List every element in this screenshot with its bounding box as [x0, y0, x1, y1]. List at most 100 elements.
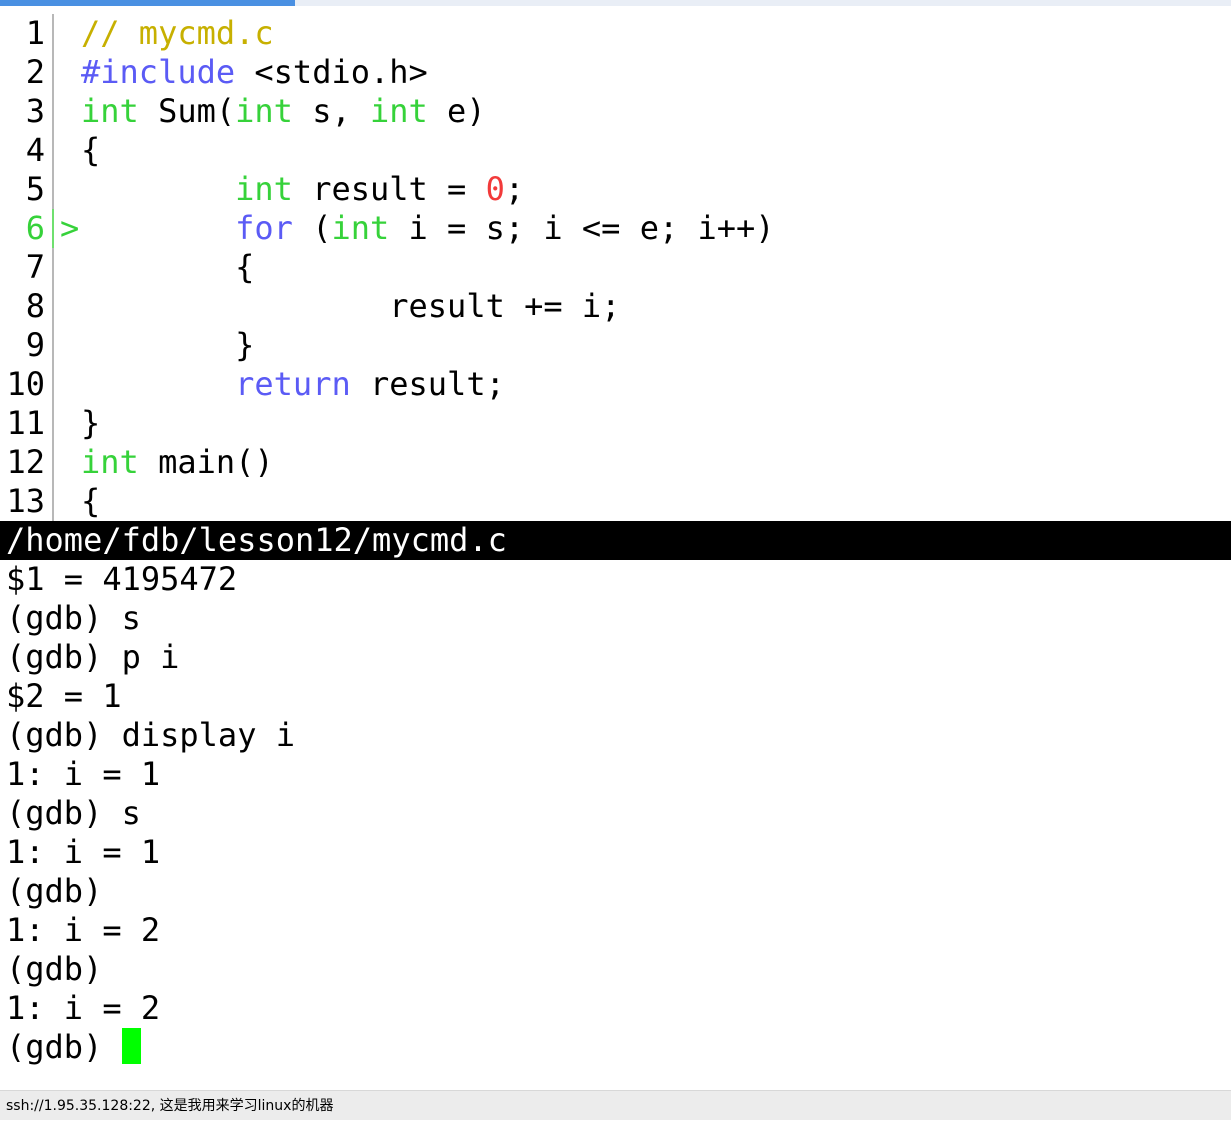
gdb-output-line: 1: i = 1 — [6, 833, 161, 871]
code-token: <stdio.h> — [235, 53, 428, 91]
source-line: 11} — [0, 404, 1231, 443]
code-token: main() — [138, 443, 274, 481]
source-line: 7 { — [0, 248, 1231, 287]
terminal-cursor — [121, 1028, 141, 1064]
code-token: int — [331, 209, 390, 247]
source-code: { — [81, 248, 254, 287]
source-code: for (int i = s; i <= e; i++) — [81, 209, 775, 248]
source-code: { — [81, 482, 100, 521]
source-line: 10 return result; — [0, 365, 1231, 404]
code-token: int — [81, 92, 139, 130]
source-code: { — [81, 131, 100, 170]
gdb-output-line: (gdb) s — [6, 599, 141, 637]
source-code: result += i; — [81, 287, 620, 326]
code-token: for — [235, 209, 293, 247]
code-token: ; — [504, 170, 525, 208]
line-number: 13 — [6, 482, 45, 520]
gutter-separator — [52, 209, 54, 248]
gutter-separator — [52, 53, 54, 92]
gdb-output-line: 1: i = 1 — [6, 755, 161, 793]
source-line: 9 } — [0, 326, 1231, 365]
source-code: int main() — [81, 443, 274, 482]
gutter-separator — [52, 92, 54, 131]
code-token: 0 — [485, 170, 505, 208]
gdb-output-line: $1 = 4195472 — [6, 560, 238, 598]
line-number: 5 — [25, 170, 45, 208]
gutter-separator — [52, 365, 54, 404]
source-code: return result; — [81, 365, 505, 404]
gutter-separator — [52, 14, 54, 53]
code-token: Sum( — [138, 92, 236, 130]
source-code: #include <stdio.h> — [81, 53, 428, 92]
line-number: 2 — [25, 53, 45, 91]
gdb-output-line: 1: i = 2 — [6, 989, 161, 1027]
gdb-output-line: (gdb) p i — [6, 638, 180, 676]
gutter-separator — [52, 404, 54, 443]
code-token: { — [81, 482, 101, 520]
source-line: 4{ — [0, 131, 1231, 170]
line-number: 12 — [6, 443, 45, 481]
gutter-separator — [52, 287, 54, 326]
code-token: int — [235, 92, 293, 130]
source-line: 13 { — [0, 482, 1231, 521]
gdb-command-pane[interactable]: $1 = 4195472 (gdb) s (gdb) p i $2 = 1 (gdb) … — [0, 560, 1231, 1028]
code-token: { — [81, 131, 101, 169]
gutter-separator — [52, 482, 54, 521]
gutter-separator — [52, 248, 54, 287]
line-number: 9 — [25, 326, 45, 364]
code-token: } — [81, 404, 101, 442]
source-line: 2 #include <stdio.h> — [0, 53, 1231, 92]
code-token: result = — [292, 170, 486, 208]
source-code: int Sum(int s, int e) — [81, 92, 486, 131]
source-code: int result = 0; — [81, 170, 524, 209]
code-token: return — [235, 365, 351, 403]
gutter-separator — [52, 131, 54, 170]
gdb-prompt: (gdb) — [6, 1028, 122, 1066]
top-progress-fill — [0, 0, 296, 6]
gdb-output-line: (gdb) s — [6, 794, 141, 832]
gutter-separator — [52, 326, 54, 365]
source-line: 6 > for (int i = s; i <= e; i++) — [0, 209, 1231, 248]
source-line: 8 result += i; — [0, 287, 1231, 326]
current-line-marker: > — [60, 209, 80, 247]
line-number: 1 — [25, 14, 45, 52]
source-code: // mycmd.c — [81, 14, 274, 53]
source-code: } — [81, 404, 100, 443]
line-number: 8 — [25, 287, 45, 325]
gutter-separator — [52, 443, 54, 482]
code-token: ( — [292, 209, 332, 247]
code-token: int — [235, 170, 293, 208]
code-token: int — [81, 443, 139, 481]
source-line: 5 int result = 0; — [0, 170, 1231, 209]
line-number: 7 — [25, 248, 45, 286]
gdb-output-line: $2 = 1 — [6, 677, 122, 715]
code-token: result; — [350, 365, 505, 403]
code-token: // mycmd.c — [81, 14, 274, 52]
terminal-window[interactable]: 1 // mycmd.c 2 #include <stdio.h> 3 int Sum(i… — [0, 14, 1231, 1090]
source-line: 12 int main() — [0, 443, 1231, 482]
tui-source-pane[interactable]: 1 // mycmd.c 2 #include <stdio.h> 3 int Sum(i… — [0, 14, 1231, 521]
line-number: 10 — [6, 365, 45, 403]
code-token: #include — [81, 53, 236, 91]
code-token: e) — [427, 92, 486, 130]
ssh-status-bar: ssh://1.95.35.128:22, 这是我用来学习linux的机器 — [0, 1090, 1231, 1120]
source-line: 3 int Sum(int s, int e) — [0, 92, 1231, 131]
line-number: 11 — [6, 404, 45, 442]
gdb-output-line: (gdb) display i — [6, 716, 295, 754]
code-token: s, — [292, 92, 370, 130]
source-file-path: /home/fdb/lesson12/mycmd.c — [6, 521, 507, 559]
gdb-output-line: 1: i = 2 — [6, 911, 161, 949]
source-code: } — [81, 326, 254, 365]
line-number: 4 — [25, 131, 45, 169]
code-token: i = s; i <= e; i++) — [389, 209, 775, 247]
code-token: result += i; — [81, 287, 621, 325]
gdb-output-line: (gdb) — [6, 950, 103, 988]
code-token: { — [81, 248, 255, 286]
code-token: } — [81, 326, 255, 364]
ssh-connection-info: ssh://1.95.35.128:22, 这是我用来学习linux的机器 — [6, 1098, 334, 1114]
top-progress-bar — [0, 0, 1231, 6]
gdb-prompt-line[interactable]: (gdb) — [0, 1028, 1231, 1067]
